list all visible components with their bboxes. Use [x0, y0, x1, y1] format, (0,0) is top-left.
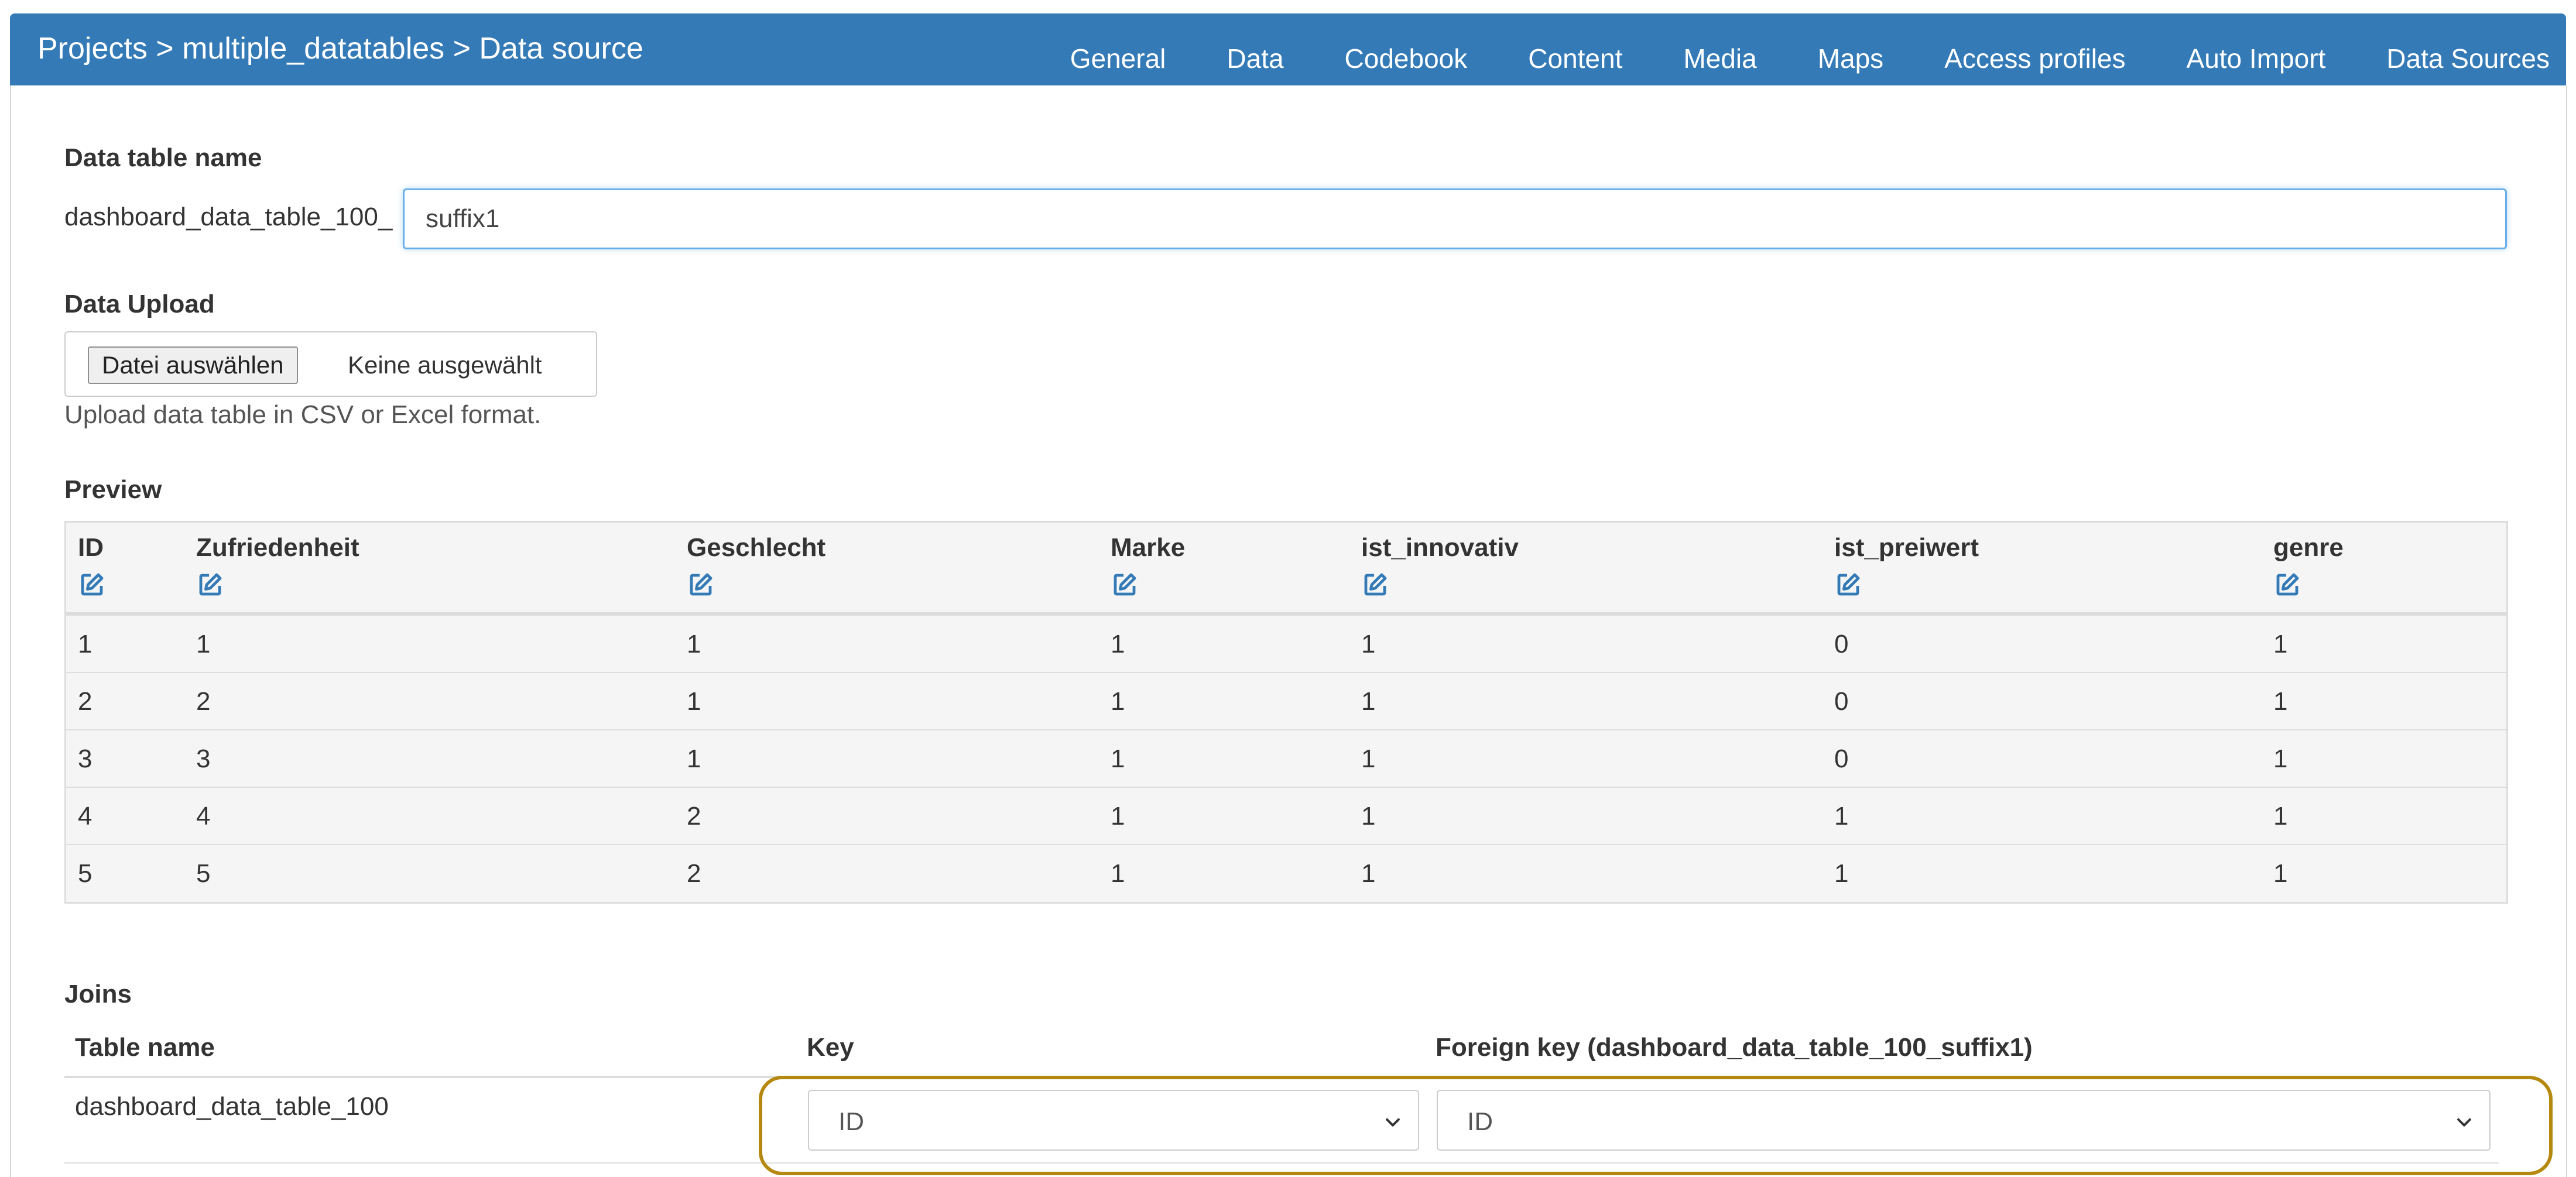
joins-row-divider	[64, 1162, 2499, 1164]
preview-label: Preview	[64, 475, 162, 504]
table-cell: 1	[1111, 859, 1125, 888]
table-cell: 1	[1111, 630, 1125, 658]
table-cell: 4	[78, 802, 93, 831]
nav-data-sources[interactable]: Data Sources	[2356, 45, 2550, 85]
edit-icon[interactable]	[687, 571, 715, 599]
table-cell: 2	[687, 859, 701, 888]
column-header: ist_innovativ	[1361, 533, 1519, 599]
table-cell: 0	[1834, 630, 1849, 658]
table-cell: 1	[1361, 630, 1376, 658]
table-cell: 2	[196, 687, 211, 716]
column-header: Geschlecht	[687, 533, 825, 599]
edit-icon[interactable]	[78, 571, 106, 599]
table-row: 4 4 2 1 1 1 1	[66, 787, 2506, 845]
file-status: Keine ausgewählt	[348, 351, 542, 379]
column-header: Marke	[1111, 533, 1185, 599]
nav-media[interactable]: Media	[1653, 45, 1787, 85]
foreign-key-select[interactable]: ID	[1437, 1090, 2491, 1151]
nav-access-profiles[interactable]: Access profiles	[1914, 45, 2156, 85]
table-cell: 5	[196, 859, 211, 888]
column-header: ID	[78, 533, 106, 599]
table-cell: 1	[2273, 802, 2288, 831]
table-cell: 1	[78, 630, 93, 658]
joins-header-divider	[64, 1076, 2499, 1078]
edit-icon[interactable]	[2273, 571, 2301, 599]
table-row: 5 5 2 1 1 1 1	[66, 844, 2506, 903]
table-cell: 1	[2273, 859, 2288, 888]
breadcrumb: Projects > multiple_datatables > Data so…	[37, 32, 643, 66]
table-cell: 1	[1361, 744, 1376, 773]
column-title: ist_preiwert	[1834, 533, 1979, 562]
chevron-down-icon	[1386, 1118, 1400, 1127]
table-cell: 1	[1111, 744, 1125, 773]
table-cell: 3	[196, 744, 211, 773]
table-cell: 1	[687, 630, 701, 658]
table-cell: 1	[1111, 687, 1125, 716]
nav-general[interactable]: General	[1040, 45, 1197, 85]
file-upload: Datei auswählen Keine ausgewählt	[64, 331, 597, 397]
edit-icon[interactable]	[1111, 571, 1139, 599]
data-upload-label: Data Upload	[64, 290, 215, 318]
join-table-name: dashboard_data_table_100	[75, 1092, 389, 1121]
page-header: Projects > multiple_datatables > Data so…	[10, 13, 2566, 85]
nav-codebook[interactable]: Codebook	[1314, 45, 1498, 85]
column-title: Geschlecht	[687, 533, 826, 562]
nav-auto-import[interactable]: Auto Import	[2156, 45, 2356, 85]
column-header: genre	[2273, 533, 2344, 599]
table-cell: 3	[78, 744, 93, 773]
edit-icon[interactable]	[1834, 571, 1862, 599]
column-header: Zufriedenheit	[196, 533, 359, 599]
top-nav: General Data Codebook Content Media Maps…	[1040, 13, 2550, 85]
column-header: ist_preiwert	[1834, 533, 1979, 599]
table-name-input[interactable]	[403, 188, 2507, 249]
column-title: Zufriedenheit	[196, 533, 359, 562]
nav-data[interactable]: Data	[1196, 45, 1314, 85]
table-cell: 1	[1361, 859, 1376, 888]
table-cell: 1	[196, 630, 211, 658]
table-cell: 0	[1834, 744, 1849, 773]
table-cell: 1	[2273, 687, 2288, 716]
foreign-key-select-value: ID	[1467, 1107, 1493, 1136]
table-cell: 5	[78, 859, 93, 888]
edit-icon[interactable]	[196, 571, 224, 599]
table-cell: 1	[1361, 802, 1376, 831]
key-select-value: ID	[838, 1107, 864, 1136]
edit-icon[interactable]	[1361, 571, 1389, 599]
table-cell: 1	[1361, 687, 1376, 716]
joins-label: Joins	[64, 980, 132, 1008]
chevron-down-icon	[2457, 1118, 2471, 1127]
column-title: ID	[78, 533, 104, 562]
table-cell: 2	[687, 802, 701, 831]
column-title: Marke	[1111, 533, 1186, 562]
data-table-name-label: Data table name	[64, 143, 262, 172]
table-row: 3 3 1 1 1 0 1	[66, 729, 2506, 788]
table-cell: 1	[2273, 630, 2288, 658]
table-cell: 0	[1834, 687, 1849, 716]
table-cell: 4	[196, 802, 211, 831]
key-select[interactable]: ID	[808, 1090, 1419, 1151]
table-row: 1 1 1 1 1 0 1	[66, 615, 2506, 673]
table-cell: 1	[1111, 802, 1125, 831]
joins-header-key: Key	[807, 1033, 854, 1062]
preview-table: ID Zufriedenheit Geschlecht Marke ist_in…	[64, 521, 2508, 904]
joins-header-table-name: Table name	[75, 1033, 215, 1062]
nav-content[interactable]: Content	[1498, 45, 1653, 85]
preview-header-row: ID Zufriedenheit Geschlecht Marke ist_in…	[66, 523, 2506, 615]
column-title: genre	[2273, 533, 2344, 562]
table-cell: 2	[78, 687, 93, 716]
table-cell: 1	[687, 744, 701, 773]
table-cell: 1	[1834, 802, 1849, 831]
choose-file-button[interactable]: Datei auswählen	[88, 346, 298, 384]
table-name-prefix: dashboard_data_table_100_	[64, 203, 393, 231]
table-row: 2 2 1 1 1 0 1	[66, 672, 2506, 730]
joins-header-foreign-key: Foreign key (dashboard_data_table_100_su…	[1436, 1033, 2033, 1062]
table-cell: 1	[687, 687, 701, 716]
upload-help-text: Upload data table in CSV or Excel format…	[64, 400, 542, 429]
table-cell: 1	[1834, 859, 1849, 888]
column-title: ist_innovativ	[1361, 533, 1519, 562]
nav-maps[interactable]: Maps	[1787, 45, 1914, 85]
table-cell: 1	[2273, 744, 2288, 773]
